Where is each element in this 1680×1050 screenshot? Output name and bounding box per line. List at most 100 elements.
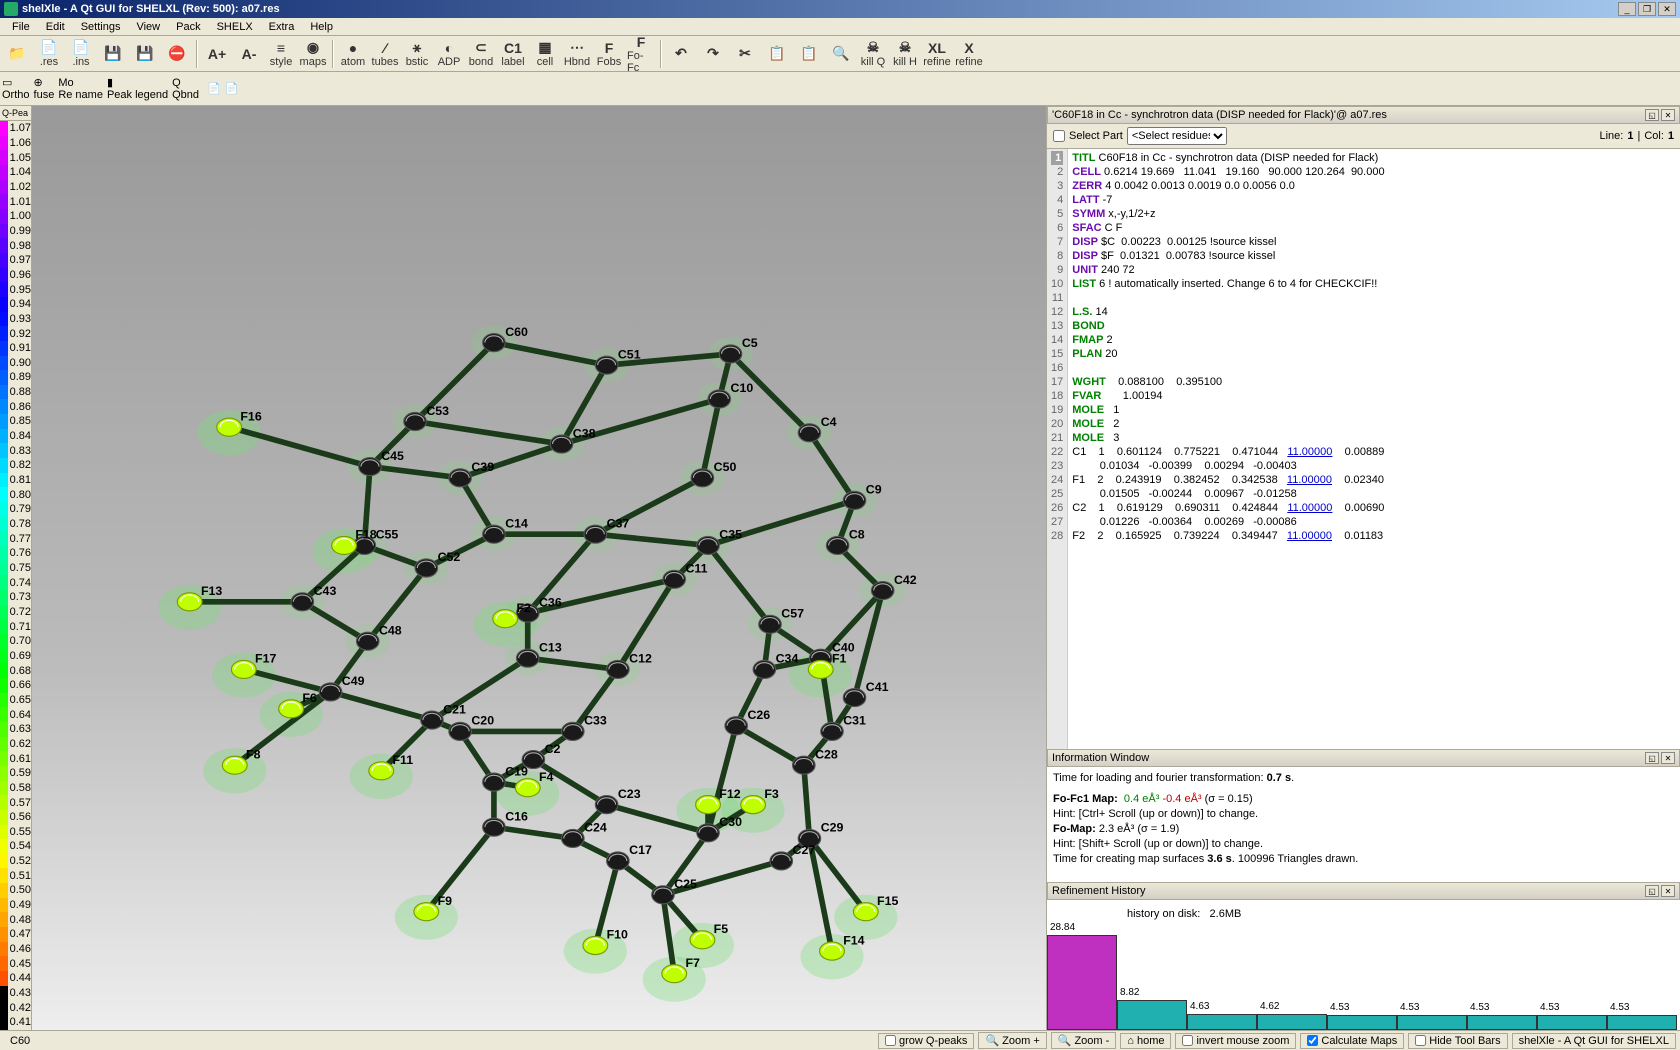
code-line-13[interactable]: BOND: [1072, 319, 1676, 333]
toolbar-fobs-button[interactable]: FFobs: [594, 39, 624, 69]
select-part-checkbox[interactable]: [1053, 130, 1065, 142]
maximize-button[interactable]: ❐: [1638, 2, 1656, 16]
menu-file[interactable]: File: [4, 19, 38, 35]
code-line-27[interactable]: 0.01226 -0.00364 0.00269 -0.00086: [1072, 515, 1676, 529]
code-line-16[interactable]: [1072, 361, 1676, 375]
code-line-18[interactable]: FVAR 1.00194: [1072, 389, 1676, 403]
menu-view[interactable]: View: [128, 19, 168, 35]
atom-C33[interactable]: C33: [562, 714, 607, 741]
history-bar-0[interactable]: 28.84: [1047, 935, 1117, 1030]
editor-close-button[interactable]: ✕: [1661, 109, 1675, 121]
history-bar-1[interactable]: 8.82: [1117, 1000, 1187, 1030]
toolbar-adp-button[interactable]: ◐ADP: [434, 39, 464, 69]
atom-C17[interactable]: C17: [607, 843, 652, 870]
hide-toolbars-checkbox[interactable]: [1415, 1035, 1426, 1046]
menu-help[interactable]: Help: [302, 19, 341, 35]
code-line-4[interactable]: LATT -7: [1072, 193, 1676, 207]
toolbar-style-button[interactable]: ≡style: [266, 39, 296, 69]
history-panel[interactable]: history on disk: 2.6MB 28.848.824.634.62…: [1047, 900, 1680, 1030]
toolbar-paste-button[interactable]: 📋: [794, 39, 824, 69]
code-line-5[interactable]: SYMM x,-y,1/2+z: [1072, 207, 1676, 221]
hide-toolbars-toggle[interactable]: Hide Tool Bars: [1408, 1033, 1507, 1049]
toolbar-ins-button[interactable]: 📄.ins: [66, 39, 96, 69]
code-line-15[interactable]: PLAN 20: [1072, 347, 1676, 361]
atom-C27[interactable]: C27: [770, 843, 815, 870]
code-line-24[interactable]: F1 2 0.243919 0.382452 0.342538 11.00000…: [1072, 473, 1676, 487]
toolbar-refine2-button[interactable]: Xrefine: [954, 39, 984, 69]
toolbar-undo-button[interactable]: ↶: [666, 39, 696, 69]
minimize-button[interactable]: _: [1618, 2, 1636, 16]
toolbar-refine-button[interactable]: XLrefine: [922, 39, 952, 69]
info-undock-button[interactable]: ◱: [1645, 752, 1659, 764]
history-bar-7[interactable]: 4.53: [1537, 1015, 1607, 1030]
invert-zoom-toggle[interactable]: invert mouse zoom: [1175, 1033, 1296, 1049]
code-line-28[interactable]: F2 2 0.165925 0.739224 0.349447 11.00000…: [1072, 529, 1676, 543]
menu-edit[interactable]: Edit: [38, 19, 73, 35]
toolbar-killh-button[interactable]: ☠kill H: [890, 39, 920, 69]
code-line-11[interactable]: [1072, 291, 1676, 305]
code-line-3[interactable]: ZERR 4 0.0042 0.0013 0.0019 0.0 0.0056 0…: [1072, 179, 1676, 193]
atom-C20[interactable]: C20: [449, 714, 494, 741]
code-line-23[interactable]: 0.01034 -0.00399 0.00294 -0.00403: [1072, 459, 1676, 473]
close-button[interactable]: ✕: [1658, 2, 1676, 16]
editor-undock-button[interactable]: ◱: [1645, 109, 1659, 121]
code-line-14[interactable]: FMAP 2: [1072, 333, 1676, 347]
history-undock-button[interactable]: ◱: [1645, 885, 1659, 897]
toolbar-doc1-button[interactable]: 📄: [207, 82, 221, 95]
toolbar-qbnd-button[interactable]: QQbnd: [172, 77, 199, 101]
history-bar-3[interactable]: 4.62: [1257, 1014, 1327, 1030]
code-line-17[interactable]: WGHT 0.088100 0.395100: [1072, 375, 1676, 389]
atom-C28[interactable]: C28: [793, 747, 838, 774]
code-line-19[interactable]: MOLE 1: [1072, 403, 1676, 417]
info-close-button[interactable]: ✕: [1661, 752, 1675, 764]
toolbar-tubes-button[interactable]: ∕tubes: [370, 39, 400, 69]
toolbar-killq-button[interactable]: ☠kill Q: [858, 39, 888, 69]
toolbar-redo-button[interactable]: ↷: [698, 39, 728, 69]
toolbar-atom-button[interactable]: ●atom: [338, 39, 368, 69]
select-residues-dropdown[interactable]: <Select residues>: [1127, 127, 1227, 145]
grow-qpeaks-toggle[interactable]: grow Q-peaks: [878, 1033, 974, 1049]
invert-zoom-checkbox[interactable]: [1182, 1035, 1193, 1046]
toolbar-save-button[interactable]: 💾: [98, 39, 128, 69]
toolbar-cut-button[interactable]: ✂: [730, 39, 760, 69]
toolbar-peaklegend-button[interactable]: ▮Peak legend: [107, 76, 168, 101]
history-bar-5[interactable]: 4.53: [1397, 1015, 1467, 1030]
code-line-6[interactable]: SFAC C F: [1072, 221, 1676, 235]
toolbar-ortho-button[interactable]: ▭Ortho: [2, 76, 30, 101]
menu-settings[interactable]: Settings: [73, 19, 129, 35]
toolbar-res-button[interactable]: 📄.res: [34, 39, 64, 69]
code-line-2[interactable]: CELL 0.6214 19.669 11.041 19.160 90.000 …: [1072, 165, 1676, 179]
code-line-8[interactable]: DISP $F 0.01321 0.00783 !source kissel: [1072, 249, 1676, 263]
code-line-1[interactable]: TITL C60F18 in Cc - synchrotron data (DI…: [1072, 151, 1676, 165]
history-bar-8[interactable]: 4.53: [1607, 1015, 1677, 1030]
toolbar-saveas-button[interactable]: 💾: [130, 39, 160, 69]
toolbar-doc2-button[interactable]: 📄: [225, 82, 239, 95]
history-close-button[interactable]: ✕: [1661, 885, 1675, 897]
menu-pack[interactable]: Pack: [168, 19, 208, 35]
code-line-20[interactable]: MOLE 2: [1072, 417, 1676, 431]
toolbar-close-button[interactable]: ⛔: [162, 39, 192, 69]
calculate-maps-toggle[interactable]: Calculate Maps: [1300, 1033, 1404, 1049]
toolbar-fuse-button[interactable]: ⊕fuse: [34, 76, 55, 101]
toolbar-label-button[interactable]: C1label: [498, 39, 528, 69]
toolbar-copy-button[interactable]: 📋: [762, 39, 792, 69]
grow-qpeaks-checkbox[interactable]: [885, 1035, 896, 1046]
menu-shelx[interactable]: SHELX: [209, 19, 261, 35]
history-bar-2[interactable]: 4.63: [1187, 1014, 1257, 1030]
zoom-out-button[interactable]: 🔍Zoom -: [1051, 1032, 1117, 1049]
menu-extra[interactable]: Extra: [261, 19, 303, 35]
atom-C25[interactable]: C25: [652, 877, 697, 904]
home-button[interactable]: ⌂home: [1120, 1033, 1171, 1049]
code-line-9[interactable]: UNIT 240 72: [1072, 263, 1676, 277]
zoom-in-button[interactable]: 🔍Zoom +: [978, 1032, 1046, 1049]
code-line-10[interactable]: LIST 6 ! automatically inserted. Change …: [1072, 277, 1676, 291]
calc-maps-checkbox[interactable]: [1307, 1035, 1318, 1046]
toolbar-fofc-button[interactable]: FFo-Fc: [626, 39, 656, 69]
toolbar-maps-button[interactable]: ◉maps: [298, 39, 328, 69]
code-line-7[interactable]: DISP $C 0.00223 0.00125 !source kissel: [1072, 235, 1676, 249]
toolbar-open-button[interactable]: 📁: [2, 39, 32, 69]
history-bar-6[interactable]: 4.53: [1467, 1015, 1537, 1030]
code-line-12[interactable]: L.S. 14: [1072, 305, 1676, 319]
toolbar-aplus-button[interactable]: A+: [202, 39, 232, 69]
history-bar-4[interactable]: 4.53: [1327, 1015, 1397, 1030]
